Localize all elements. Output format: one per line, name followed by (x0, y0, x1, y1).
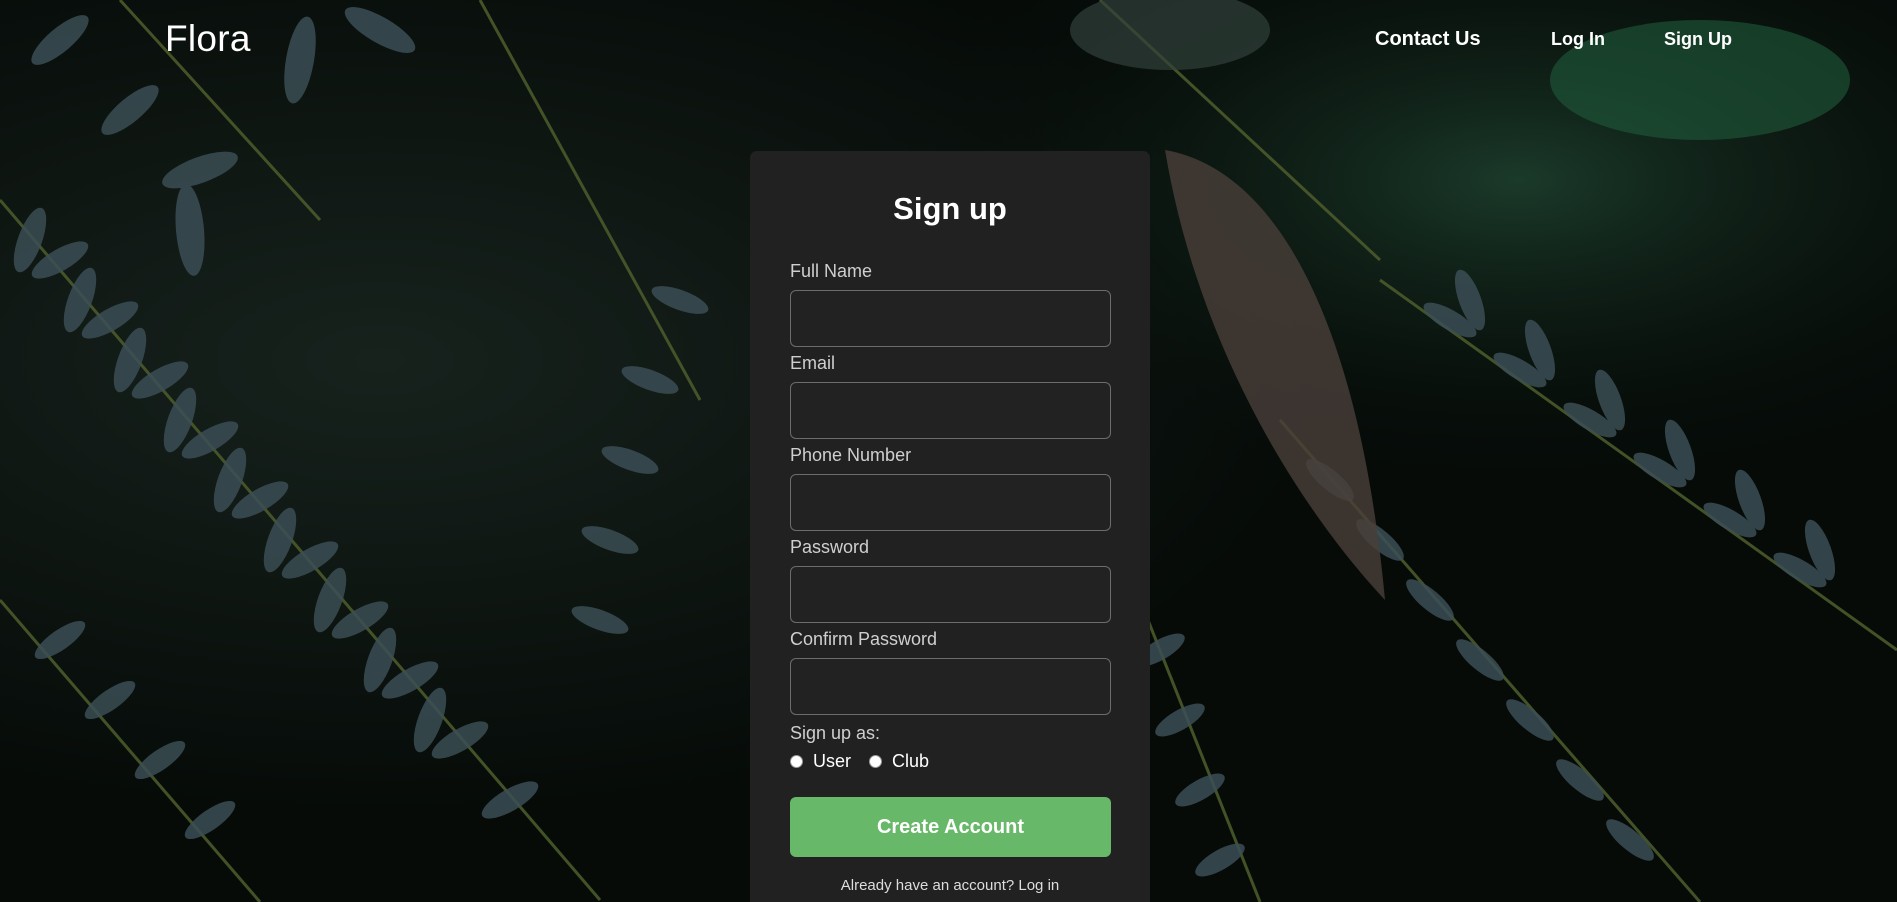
password-input[interactable] (790, 566, 1111, 623)
signup-form-card: Sign up Full Name Email Phone Number Pas… (750, 151, 1150, 902)
password-label: Password (790, 537, 870, 557)
already-have-account-login-link[interactable]: Already have an account? Log in (750, 877, 1150, 894)
role-radio-group: User Club (790, 751, 947, 772)
user-radio[interactable] (790, 755, 803, 768)
create-account-button[interactable]: Create Account (790, 797, 1111, 857)
email-label: Email (790, 353, 836, 373)
full-name-input[interactable] (790, 290, 1111, 347)
signup-as-label: Sign up as: (790, 723, 881, 743)
full-name-label: Full Name (790, 261, 873, 281)
phone-number-label: Phone Number (790, 445, 912, 465)
confirm-password-input[interactable] (790, 658, 1111, 715)
nav-contact-us-link[interactable]: Contact Us (1375, 28, 1481, 51)
nav-sign-up-link[interactable]: Sign Up (1664, 29, 1732, 50)
brand-logo[interactable]: Flora (165, 18, 251, 60)
top-navigation-bar: Flora Contact Us Log In Sign Up (0, 0, 1897, 80)
phone-number-input[interactable] (790, 474, 1111, 531)
email-input[interactable] (790, 382, 1111, 439)
user-radio-label[interactable]: User (813, 751, 851, 772)
confirm-password-label: Confirm Password (790, 629, 938, 649)
form-title: Sign up (893, 191, 1007, 226)
nav-log-in-link[interactable]: Log In (1551, 29, 1605, 50)
club-radio-label[interactable]: Club (892, 751, 929, 772)
club-radio[interactable] (869, 755, 883, 768)
